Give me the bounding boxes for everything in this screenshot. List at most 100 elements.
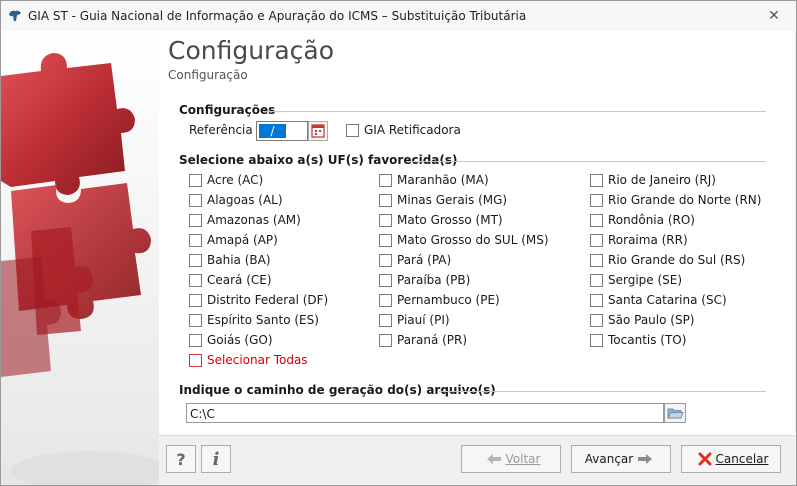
uf-checkbox[interactable]: São Paulo (SP) — [590, 313, 695, 327]
uf-checkbox[interactable]: Mato Grosso (MT) — [379, 213, 503, 227]
page-subtitle: Configuração — [168, 68, 248, 82]
referencia-label: Referência — [189, 123, 253, 137]
uf-checkbox[interactable]: Acre (AC) — [189, 173, 263, 187]
checkbox-box — [590, 233, 603, 247]
checkbox-box — [189, 193, 202, 207]
referencia-input[interactable]: / — [256, 121, 308, 141]
puzzle-banner-image — [1, 31, 159, 485]
checkbox-box — [189, 273, 202, 287]
uf-checkbox[interactable]: Tocantis (TO) — [590, 333, 686, 347]
checkbox-box — [189, 213, 202, 227]
uf-checkbox[interactable]: Alagoas (AL) — [189, 193, 283, 207]
close-icon[interactable]: ✕ — [760, 6, 788, 26]
checkbox-box — [379, 213, 392, 227]
checkbox-box — [189, 313, 202, 327]
uf-label: Paraná (PR) — [397, 333, 468, 347]
uf-checkbox[interactable]: Espírito Santo (ES) — [189, 313, 319, 327]
uf-checkbox[interactable]: Rio de Janeiro (RJ) — [590, 173, 716, 187]
uf-checkbox[interactable]: Amapá (AP) — [189, 233, 278, 247]
uf-checkbox[interactable]: Rio Grande do Sul (RS) — [590, 253, 745, 267]
checkbox-box — [189, 173, 202, 187]
uf-checkbox[interactable]: Minas Gerais (MG) — [379, 193, 507, 207]
uf-label: Pernambuco (PE) — [397, 293, 500, 307]
checkbox-box — [189, 253, 202, 267]
avancar-button[interactable]: Avançar — [571, 445, 671, 473]
checkbox-box — [590, 253, 603, 267]
select-all-checkbox[interactable]: Selecionar Todas — [189, 353, 308, 367]
select-all-label: Selecionar Todas — [207, 353, 308, 367]
gia-retificadora-checkbox[interactable]: GIA Retificadora — [346, 123, 461, 137]
arrow-left-icon — [486, 453, 502, 465]
title-bar: GIA ST - Guia Nacional de Informação e A… — [1, 1, 796, 31]
uf-checkbox[interactable]: Pernambuco (PE) — [379, 293, 500, 307]
checkbox-box — [379, 173, 392, 187]
uf-checkbox[interactable]: Pará (PA) — [379, 253, 451, 267]
path-section-divider — [439, 391, 766, 392]
window-title: GIA ST - Guia Nacional de Informação e A… — [28, 9, 527, 23]
checkbox-box — [379, 273, 392, 287]
browse-folder-button[interactable] — [664, 403, 686, 423]
uf-checkbox[interactable]: Distrito Federal (DF) — [189, 293, 328, 307]
uf-label: Espírito Santo (ES) — [207, 313, 319, 327]
config-section-divider — [264, 111, 766, 112]
voltar-label: Voltar — [505, 452, 541, 466]
path-input[interactable]: C:\C — [186, 403, 664, 423]
uf-checkbox[interactable]: Paraíba (PB) — [379, 273, 470, 287]
uf-label: Amazonas (AM) — [207, 213, 301, 227]
info-icon: i — [212, 448, 220, 470]
uf-checkbox[interactable]: Goiás (GO) — [189, 333, 273, 347]
uf-checkbox[interactable]: Ceará (CE) — [189, 273, 272, 287]
uf-label: Mato Grosso do SUL (MS) — [397, 233, 549, 247]
uf-checkbox[interactable]: Bahia (BA) — [189, 253, 271, 267]
uf-checkbox[interactable]: Sergipe (SE) — [590, 273, 682, 287]
checkbox-box — [379, 293, 392, 307]
uf-checkbox[interactable]: Paraná (PR) — [379, 333, 467, 347]
help-button[interactable]: ? — [166, 445, 196, 473]
page-title: Configuração — [168, 36, 335, 65]
uf-section-header: Selecione abaixo a(s) UF(s) favorecida(s… — [179, 153, 458, 167]
uf-label: Santa Catarina (SC) — [608, 293, 727, 307]
checkbox-box — [590, 273, 603, 287]
checkbox-box — [379, 333, 392, 347]
uf-label: Sergipe (SE) — [608, 273, 683, 287]
checkbox-box — [189, 353, 202, 367]
app-logo-icon — [9, 10, 21, 21]
uf-checkbox[interactable]: Mato Grosso do SUL (MS) — [379, 233, 549, 247]
uf-label: Acre (AC) — [207, 173, 264, 187]
voltar-button[interactable]: Voltar — [461, 445, 561, 473]
info-button[interactable]: i — [201, 445, 231, 473]
calendar-icon — [311, 124, 325, 138]
uf-label: Mato Grosso (MT) — [397, 213, 503, 227]
uf-checkbox[interactable]: Piauí (PI) — [379, 313, 450, 327]
checkbox-box — [590, 213, 603, 227]
uf-checkbox[interactable]: Amazonas (AM) — [189, 213, 301, 227]
checkbox-box — [379, 253, 392, 267]
calendar-button[interactable] — [308, 121, 328, 141]
checkbox-box — [379, 193, 392, 207]
cancelar-button[interactable]: Cancelar — [681, 445, 781, 473]
uf-label: Rio Grande do Sul (RS) — [608, 253, 746, 267]
uf-checkbox[interactable]: Rondônia (RO) — [590, 213, 695, 227]
uf-checkbox[interactable]: Roraima (RR) — [590, 233, 688, 247]
config-section-header: Configurações — [179, 103, 276, 117]
checkbox-box — [590, 313, 603, 327]
wizard-button-bar: ? i Voltar Avançar Cancelar — [159, 435, 795, 485]
uf-checkbox[interactable]: Santa Catarina (SC) — [590, 293, 727, 307]
uf-label: Distrito Federal (DF) — [207, 293, 329, 307]
path-section-header: Indique o caminho de geração do(s) arqui… — [179, 383, 496, 397]
uf-label: Ceará (CE) — [207, 273, 272, 287]
uf-label: Rio Grande do Norte (RN) — [608, 193, 762, 207]
checkbox-box — [590, 293, 603, 307]
uf-label: Amapá (AP) — [207, 233, 278, 247]
uf-label: Piauí (PI) — [397, 313, 450, 327]
uf-label: Minas Gerais (MG) — [397, 193, 508, 207]
checkbox-box — [189, 293, 202, 307]
cancelar-label: Cancelar — [715, 452, 769, 466]
uf-label: São Paulo (SP) — [608, 313, 695, 327]
checkbox-box — [379, 313, 392, 327]
avancar-label: Avançar — [584, 452, 634, 466]
uf-checkbox[interactable]: Rio Grande do Norte (RN) — [590, 193, 761, 207]
folder-open-icon — [667, 408, 684, 419]
wizard-content: Configuração Configuração Configurações … — [159, 31, 795, 435]
uf-checkbox[interactable]: Maranhão (MA) — [379, 173, 489, 187]
